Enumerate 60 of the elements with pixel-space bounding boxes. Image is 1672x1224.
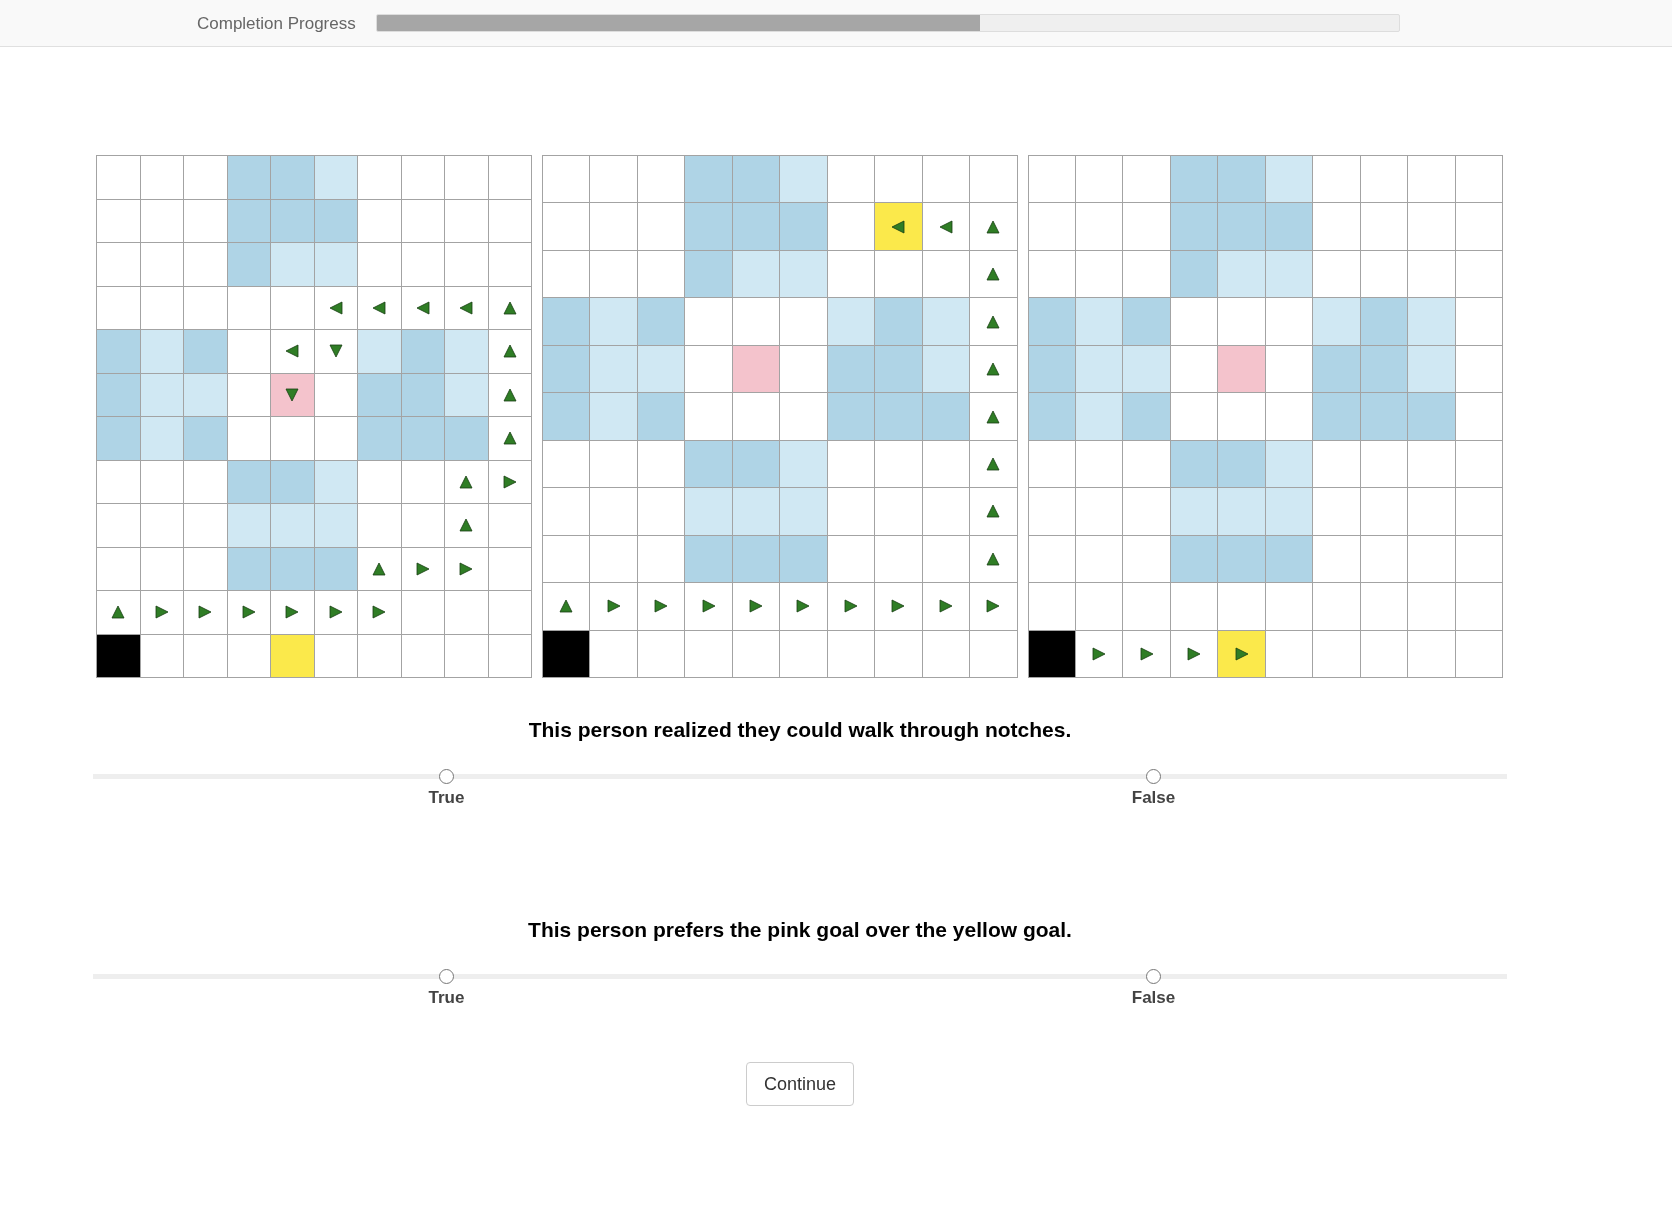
question-text: This person prefers the pink goal over the yellow goal. <box>528 918 1072 942</box>
triangle-icon <box>372 561 387 576</box>
triangle-icon <box>111 605 126 620</box>
triangle-icon <box>1187 646 1202 661</box>
triangle-icon <box>796 599 811 614</box>
triangle-icon <box>986 456 1001 471</box>
triangle-icon <box>654 599 669 614</box>
question-text: This person realized they could walk through notches. <box>528 718 1072 742</box>
triangle-icon <box>285 605 300 620</box>
triangle-icon <box>502 300 517 315</box>
triangle-icon <box>1139 646 1154 661</box>
continue-button[interactable]: Continue <box>745 1062 855 1106</box>
triangle-icon <box>986 267 1001 282</box>
triangle-icon <box>986 504 1001 519</box>
triangle-icon <box>938 219 953 234</box>
triangle-icon <box>606 599 621 614</box>
option-label: True <box>428 788 465 808</box>
triangle-icon <box>241 605 256 620</box>
triangle-icon <box>891 219 906 234</box>
triangle-icon <box>459 561 474 576</box>
triangle-icon <box>502 344 517 359</box>
triangle-icon <box>415 561 430 576</box>
option-label: False <box>1131 788 1176 808</box>
triangle-icon <box>459 300 474 315</box>
triangle-icon <box>459 474 474 489</box>
triangle-icon <box>701 599 716 614</box>
triangle-icon <box>372 605 387 620</box>
triangle-icon <box>415 300 430 315</box>
triangle-icon <box>986 362 1001 377</box>
triangle-icon <box>285 344 300 359</box>
option-label: True <box>428 988 465 1008</box>
triangle-icon <box>502 474 517 489</box>
triangle-icon <box>502 387 517 402</box>
triangle-icon <box>1092 646 1107 661</box>
triangle-icon <box>843 599 858 614</box>
triangle-icon <box>749 599 764 614</box>
radio-button[interactable] <box>1146 969 1161 984</box>
triangle-icon <box>986 219 1001 234</box>
triangle-icon <box>986 599 1001 614</box>
option-label: False <box>1131 988 1176 1008</box>
radio-button[interactable] <box>439 769 454 784</box>
triangle-icon <box>891 599 906 614</box>
triangle-icon <box>328 344 343 359</box>
triangle-icon <box>328 300 343 315</box>
triangle-icon <box>328 605 343 620</box>
triangle-icon <box>559 599 574 614</box>
triangle-icon <box>1234 646 1249 661</box>
triangle-icon <box>986 314 1001 329</box>
triangle-icon <box>154 605 169 620</box>
triangle-icon <box>198 605 213 620</box>
triangle-icon <box>372 300 387 315</box>
triangle-icon <box>459 518 474 533</box>
triangle-icon <box>285 387 300 402</box>
radio-button[interactable] <box>439 969 454 984</box>
triangle-icon <box>986 551 1001 566</box>
triangle-icon <box>502 431 517 446</box>
triangle-icon <box>938 599 953 614</box>
triangle-icon <box>986 409 1001 424</box>
progress-label: Completion Progress <box>197 12 356 34</box>
radio-button[interactable] <box>1146 769 1161 784</box>
